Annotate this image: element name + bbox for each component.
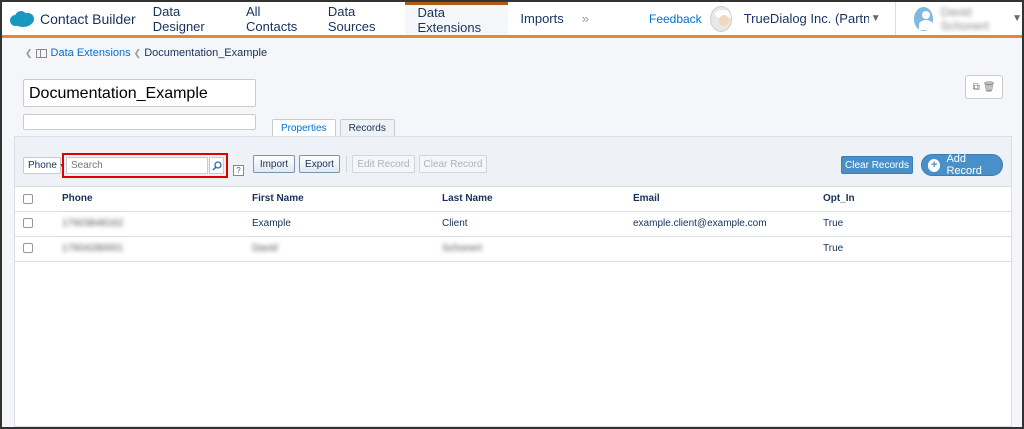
- cell-opt-in: True: [823, 211, 1011, 237]
- cell-first-name: David: [252, 236, 442, 262]
- add-record-button[interactable]: + Add Record: [921, 153, 1003, 177]
- clear-records-button[interactable]: Clear Records: [841, 156, 913, 174]
- org-switcher[interactable]: TrueDialog Inc. (Partner…: [744, 11, 869, 26]
- help-icon[interactable]: ?: [233, 165, 244, 176]
- breadcrumb: ❮ Data Extensions ❮ Documentation_Exampl…: [22, 47, 267, 59]
- brand[interactable]: Contact Builder: [2, 2, 137, 35]
- copy-icon[interactable]: ⧉: [973, 82, 980, 93]
- table-header-row: Phone First Name Last Name Email Opt_In: [15, 187, 1011, 212]
- table-row[interactable]: 17604280001 David Schonert True: [15, 236, 1011, 262]
- column-header-first-name[interactable]: First Name: [252, 187, 442, 212]
- search-button[interactable]: [209, 157, 224, 174]
- more-tabs-chevron-icon[interactable]: »: [576, 11, 595, 26]
- breadcrumb-data-extensions[interactable]: Data Extensions: [51, 47, 131, 59]
- top-nav: Contact Builder Data Designer All Contac…: [2, 2, 1022, 38]
- salesforce-cloud-icon: [10, 10, 34, 27]
- row-checkbox[interactable]: [23, 243, 33, 254]
- records-panel: Phone▼ ? Import Export Edit Record Clear…: [14, 136, 1012, 427]
- cell-phone: 17604280001: [62, 236, 252, 262]
- column-header-email[interactable]: Email: [633, 187, 823, 212]
- column-header-last-name[interactable]: Last Name: [442, 187, 633, 212]
- breadcrumb-chevron-icon: ❮: [25, 47, 33, 58]
- user-menu[interactable]: David Schonert ▼: [894, 2, 1022, 35]
- table-icon: [35, 48, 47, 58]
- cell-opt-in: True: [823, 236, 1011, 262]
- cell-last-name: Client: [442, 211, 633, 237]
- toolbar-divider: [346, 156, 347, 172]
- search-input[interactable]: [66, 157, 208, 174]
- records-toolbar: Phone▼ ? Import Export Edit Record Clear…: [15, 137, 1011, 187]
- breadcrumb-current: Documentation_Example: [144, 47, 268, 59]
- data-extension-description-field[interactable]: [23, 114, 256, 130]
- nav-tab-data-designer[interactable]: Data Designer: [141, 2, 234, 35]
- tab-records[interactable]: Records: [339, 119, 395, 136]
- cell-first-name: Example: [252, 211, 442, 237]
- user-chevron-down-icon[interactable]: ▼: [1012, 13, 1022, 24]
- avatar: [913, 6, 933, 31]
- records-table: Phone First Name Last Name Email Opt_In …: [15, 187, 1011, 262]
- import-button[interactable]: Import: [253, 155, 295, 173]
- tab-properties[interactable]: Properties: [272, 119, 336, 136]
- user-name: David Schonert: [940, 4, 989, 33]
- plus-icon: +: [928, 158, 941, 172]
- clear-record-button[interactable]: Clear Record: [419, 155, 487, 173]
- table-row[interactable]: 17603848162 Example Client example.clien…: [15, 211, 1011, 237]
- search-field-select[interactable]: Phone ▼: [23, 157, 66, 174]
- cell-last-name: Schonert: [442, 236, 633, 262]
- nav-tab-data-sources[interactable]: Data Sources: [316, 2, 406, 35]
- nav-tab-all-contacts[interactable]: All Contacts: [234, 2, 316, 35]
- search-icon: [211, 160, 222, 171]
- row-checkbox[interactable]: [23, 218, 33, 229]
- trash-icon[interactable]: 🗑: [983, 82, 996, 93]
- cell-email: example.client@example.com: [633, 211, 823, 237]
- column-header-opt-in[interactable]: Opt_In: [823, 187, 1011, 212]
- detail-tabs: Properties Records: [272, 119, 399, 136]
- edit-record-button[interactable]: Edit Record: [352, 155, 415, 173]
- einstein-mascot-icon[interactable]: [709, 5, 732, 32]
- org-chevron-down-icon[interactable]: ▼: [871, 13, 881, 24]
- app-frame: Contact Builder Data Designer All Contac…: [0, 0, 1024, 429]
- cell-phone: 17603848162: [62, 211, 252, 237]
- feedback-link[interactable]: Feedback: [649, 12, 702, 26]
- app-name: Contact Builder: [40, 10, 136, 27]
- search-highlight: [62, 153, 228, 178]
- header-actions: ⧉ 🗑: [965, 75, 1003, 99]
- nav-tab-imports[interactable]: Imports: [508, 2, 575, 35]
- select-all-checkbox[interactable]: [23, 193, 33, 204]
- nav-tab-data-extensions[interactable]: Data Extensions: [405, 2, 509, 35]
- column-header-phone[interactable]: Phone: [62, 187, 252, 212]
- export-button[interactable]: Export: [299, 155, 340, 173]
- data-extension-name-field[interactable]: Documentation_Example: [23, 79, 256, 107]
- breadcrumb-chevron-icon: ❮: [133, 47, 142, 58]
- cell-email: [633, 236, 823, 262]
